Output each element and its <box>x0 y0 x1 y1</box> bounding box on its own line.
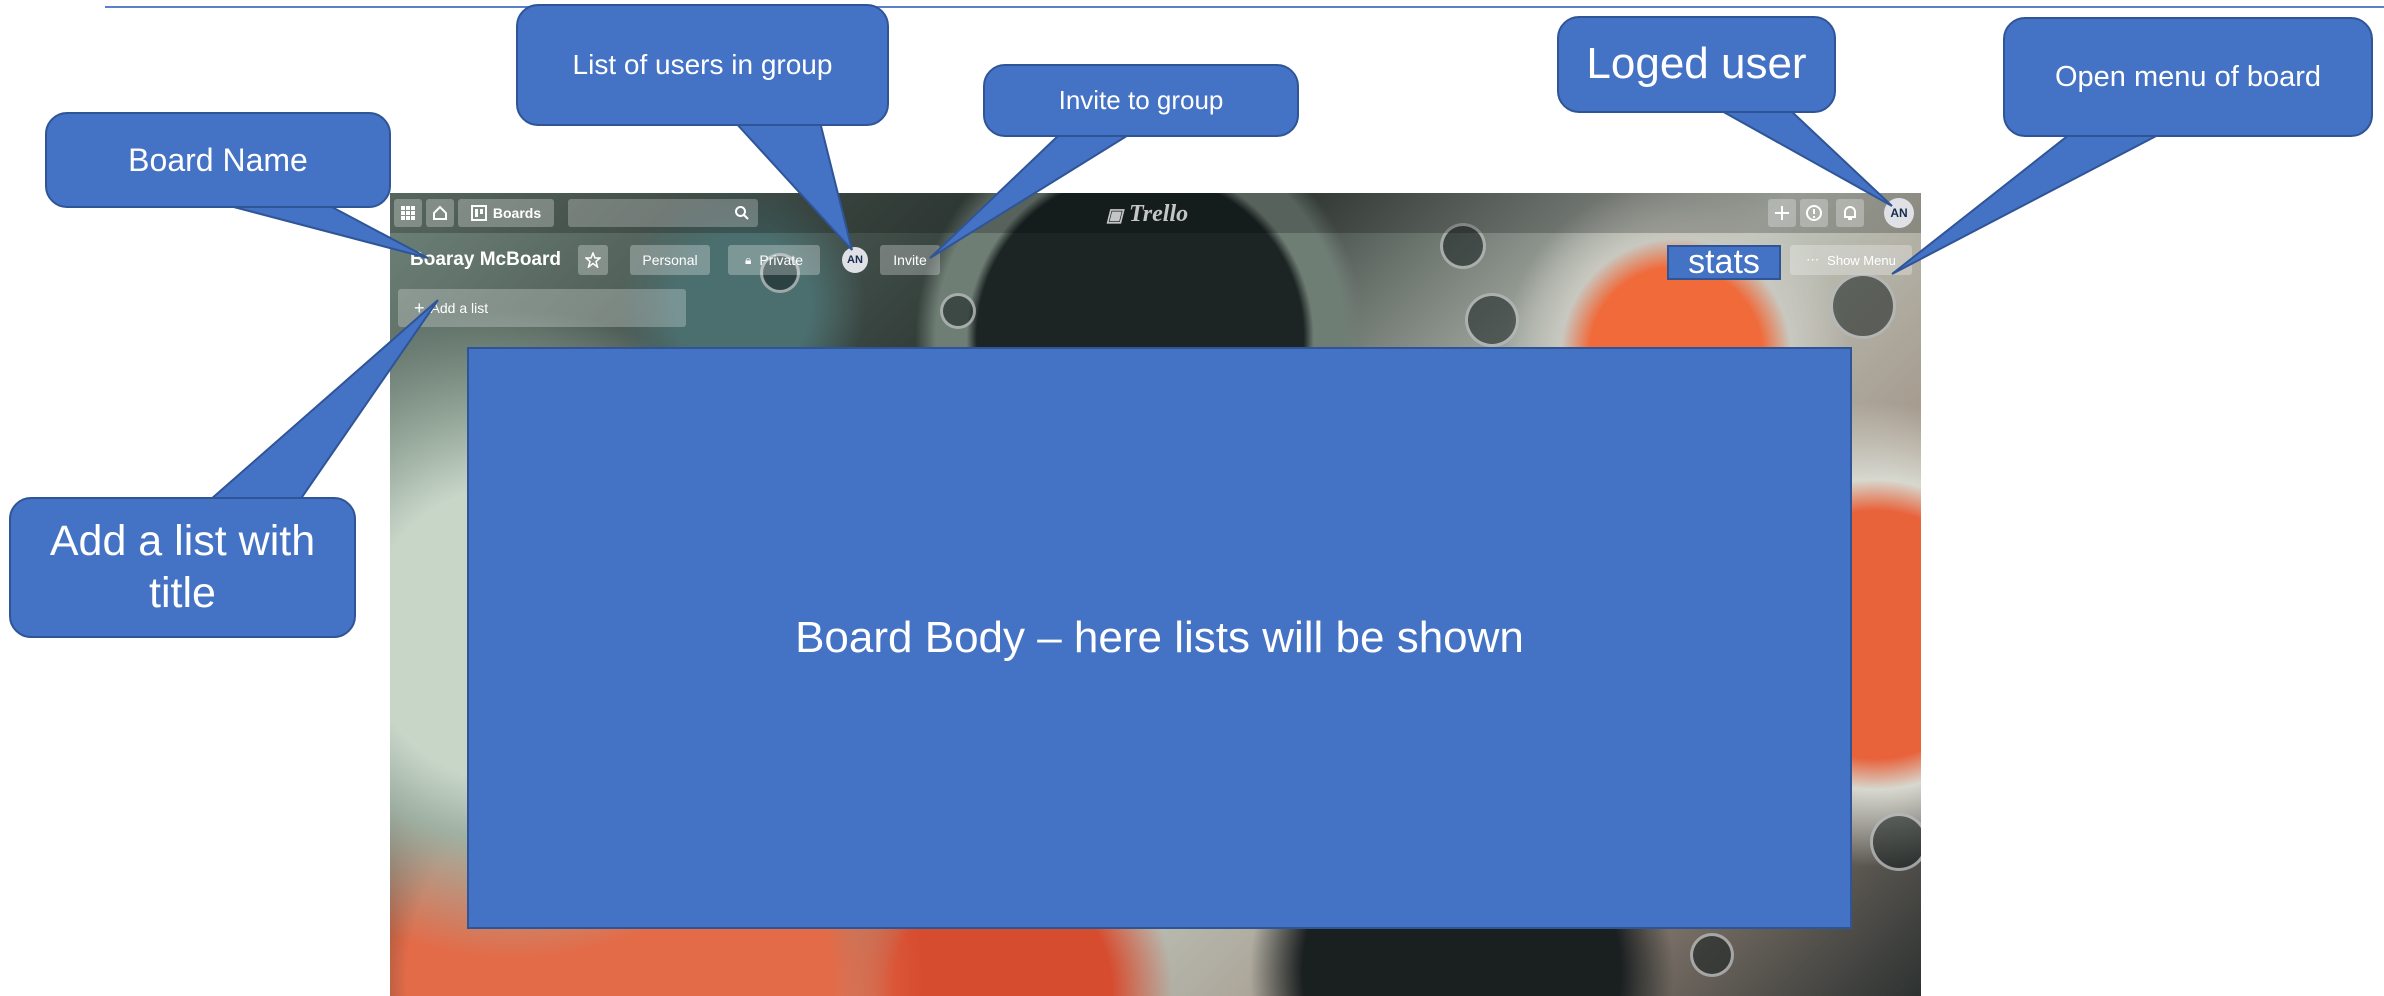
lock-icon: 🔒︎ <box>745 252 752 267</box>
team-button[interactable]: Personal <box>630 245 710 275</box>
slide-top-rule <box>105 6 2384 8</box>
app-header: Boards ▣ Trello AN <box>390 193 1921 233</box>
star-icon <box>585 252 601 268</box>
info-icon[interactable] <box>1800 199 1828 227</box>
show-menu-button[interactable]: ⋯ Show Menu <box>1790 245 1912 275</box>
bell-icon[interactable] <box>1836 199 1864 227</box>
open-menu-tail <box>1891 133 2161 275</box>
member-avatar[interactable]: AN <box>842 247 868 273</box>
trello-logo-icon: ▣ <box>1106 205 1124 225</box>
apps-grid-icon[interactable] <box>394 199 422 227</box>
callout-users-in-group: List of users in group <box>516 4 889 126</box>
bubble-decoration <box>1690 933 1734 977</box>
star-button[interactable] <box>578 245 608 275</box>
show-menu-label: Show Menu <box>1827 252 1896 268</box>
bubble-decoration <box>1870 813 1921 871</box>
search-icon <box>735 206 749 220</box>
board-name[interactable]: Boaray McBoard <box>410 249 561 271</box>
callout-board-name: Board Name <box>45 112 391 208</box>
plus-icon: + <box>414 297 425 318</box>
visibility-button[interactable]: 🔒︎ Private <box>728 245 820 275</box>
home-icon[interactable] <box>426 199 454 227</box>
logged-user-tail <box>1716 109 1893 207</box>
plus-icon[interactable] <box>1768 199 1796 227</box>
boards-button[interactable]: Boards <box>458 199 554 227</box>
bubble-decoration <box>1830 273 1896 339</box>
bubble-decoration <box>1465 293 1519 347</box>
callout-add-list: Add a list with title <box>9 497 356 638</box>
add-list-button[interactable]: + Add a list <box>398 289 686 327</box>
search-input[interactable] <box>568 199 758 227</box>
boards-label: Boards <box>492 205 542 221</box>
trello-logo: ▣ Trello <box>1106 201 1188 228</box>
invite-button[interactable]: Invite <box>880 245 940 275</box>
ellipsis-icon: ⋯ <box>1806 252 1820 267</box>
callout-invite-to-group: Invite to group <box>983 64 1299 137</box>
callout-open-menu: Open menu of board <box>2003 17 2373 137</box>
callout-logged-user: Loged user <box>1557 16 1836 113</box>
trello-logo-text: Trello <box>1129 201 1189 227</box>
logged-user-avatar[interactable]: AN <box>1884 198 1914 228</box>
boards-icon <box>470 205 487 221</box>
board-body-placeholder: Board Body – here lists will be shown <box>467 347 1852 929</box>
add-list-label: Add a list <box>430 300 489 316</box>
bubble-decoration <box>940 293 976 329</box>
stats-label: stats <box>1667 243 1781 281</box>
visibility-label: Private <box>759 252 803 268</box>
